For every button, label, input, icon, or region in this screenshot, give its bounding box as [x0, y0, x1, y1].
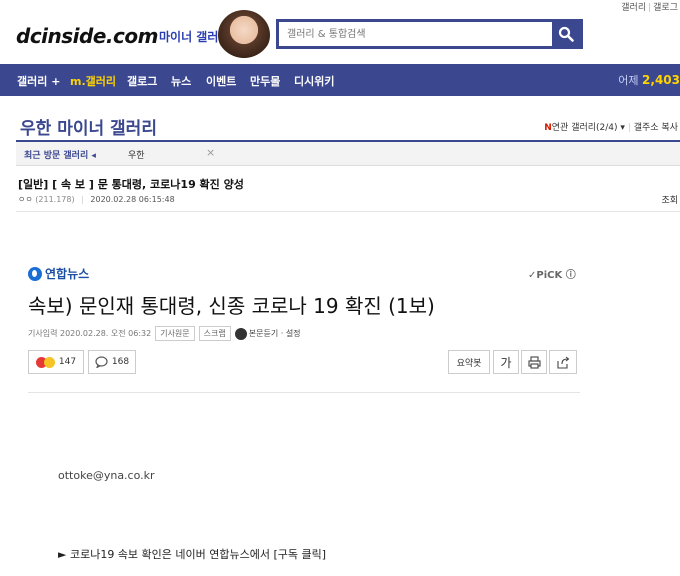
original-article-button[interactable]: 기사원문	[155, 326, 195, 341]
article-info-row: 기사입력 2020.02.28. 오전 06:32 기사원문 스크랩 본문듣기 …	[28, 326, 301, 341]
summary-bot-button[interactable]: 요약봇	[448, 350, 490, 374]
reaction-button[interactable]: 147	[28, 350, 84, 374]
recent-galleries-bar: 최근 방문 갤러리 ◂ 우한 ×	[16, 142, 680, 166]
yesterday-label: 어제	[618, 74, 639, 87]
article-divider	[28, 392, 580, 393]
article-headline: 속보) 문인재 통대령, 신종 코로나 19 확진 (1보)	[28, 294, 435, 318]
reaction-count: 147	[58, 357, 77, 367]
related-galleries-dropdown[interactable]: 연관 갤러리(2/4) ▾	[552, 123, 625, 133]
post-ip: (211.178)	[35, 195, 75, 204]
nav-event[interactable]: 이벤트	[206, 73, 236, 89]
scrap-button[interactable]: 스크랩	[198, 326, 231, 341]
post-title: [일반] [ 속 보 ] 문 통대령, 코로나19 확진 양성	[18, 178, 244, 191]
post-views: 조회	[661, 196, 678, 206]
pick-badge: ✓PiCK ⓘ	[528, 270, 576, 281]
site-logo[interactable]: dcinside.com	[16, 24, 158, 48]
site-header: dcinside.com 마이너 갤러리	[0, 8, 680, 64]
post-header-divider	[16, 211, 680, 212]
article-timestamp: 기사입력 2020.02.28. 오전 06:32	[28, 329, 152, 338]
share-icon	[557, 356, 570, 369]
comment-icon	[95, 356, 108, 368]
speaker-icon	[234, 327, 247, 340]
post-meta: ㅇㅇ (211.178) | 2020.02.28 06:15:48	[18, 194, 175, 205]
audio-read-button[interactable]: 본문듣기 · 설정	[234, 327, 301, 340]
audio-read-label: 본문듣기 · 설정	[248, 329, 301, 338]
post-date: 2020.02.28 06:15:48	[90, 195, 175, 204]
yonhap-logo-icon	[28, 266, 42, 281]
nav-mall[interactable]: 만두몰	[250, 73, 280, 89]
search-box	[276, 19, 583, 49]
recent-galleries-label[interactable]: 최근 방문 갤러리 ◂	[24, 148, 96, 161]
comment-count: 168	[111, 357, 130, 367]
main-nav: 갤러리 + m.갤러리 갤로그 뉴스 이벤트 만두몰 디시위키 어제 2,403	[0, 64, 680, 96]
nav-wiki[interactable]: 디시위키	[294, 73, 334, 89]
reporter-email[interactable]: ottoke@yna.co.kr	[58, 469, 155, 482]
font-size-button[interactable]: 가	[493, 350, 519, 374]
print-button[interactable]	[521, 350, 547, 374]
print-icon	[527, 355, 541, 369]
copy-gallery-address[interactable]: 갤주소 복사	[634, 123, 678, 133]
recent-gallery-item[interactable]: 우한	[128, 148, 145, 161]
mascot-image	[218, 10, 270, 60]
search-button[interactable]	[552, 22, 580, 46]
subscribe-link[interactable]: ► 코로나19 속보 확인은 네이버 연합뉴스에서 [구독 클릭]	[58, 546, 326, 562]
gallery-links: N연관 갤러리(2/4) ▾ | 갤주소 복사	[544, 120, 678, 133]
meta-separator: |	[81, 195, 84, 204]
post-author[interactable]: ㅇㅇ	[18, 195, 33, 204]
nav-m-gallery[interactable]: m.갤러리	[70, 73, 116, 89]
new-badge: N	[544, 123, 552, 133]
sad-emoji-icon	[43, 356, 55, 368]
yesterday-value: 2,403	[642, 73, 680, 87]
yonhap-logo: 연합뉴스	[28, 265, 89, 282]
yonhap-logo-text: 연합뉴스	[45, 267, 90, 281]
nav-gallery[interactable]: 갤러리 +	[17, 73, 60, 89]
gallery-title[interactable]: 우한 마이너 갤러리	[20, 114, 157, 139]
links-separator: |	[627, 123, 631, 133]
search-input[interactable]	[279, 22, 549, 46]
search-icon	[558, 26, 574, 42]
nav-gallog[interactable]: 갤로그	[127, 73, 157, 89]
comment-button[interactable]: 168	[88, 350, 136, 374]
close-icon[interactable]: ×	[206, 146, 215, 159]
yesterday-visitors: 어제 2,403	[618, 72, 680, 88]
share-button[interactable]	[549, 350, 577, 374]
nav-news[interactable]: 뉴스	[171, 73, 191, 89]
